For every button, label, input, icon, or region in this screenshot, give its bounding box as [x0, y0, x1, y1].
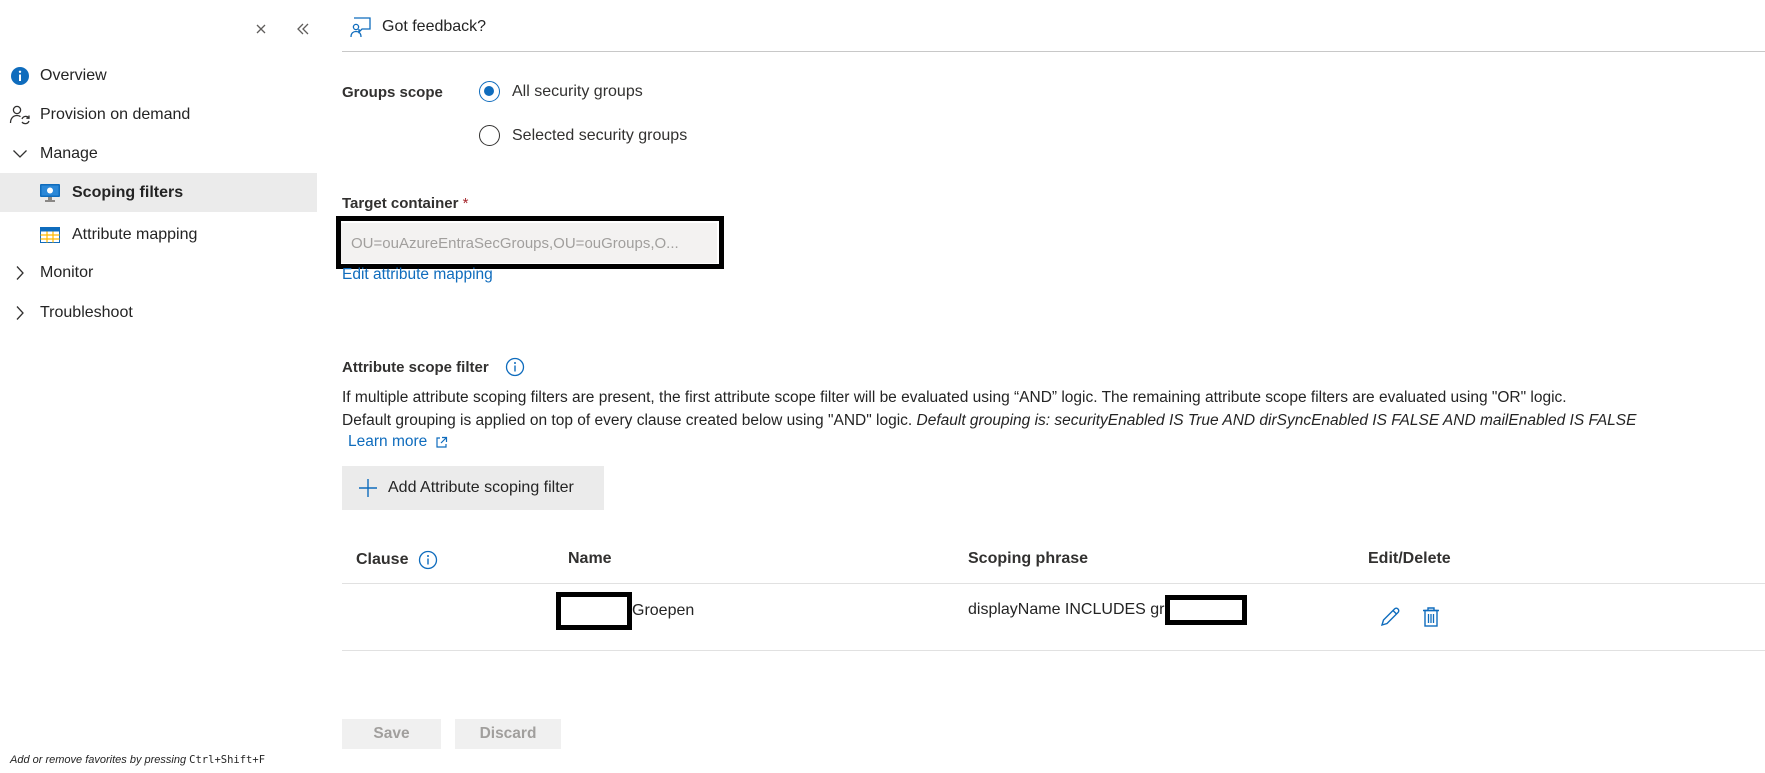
scoping-phrase-cell: displayName INCLUDES gr — [968, 595, 1247, 625]
column-header-scoping-phrase: Scoping phrase — [968, 550, 1089, 567]
edit-button[interactable] — [1378, 605, 1402, 629]
feedback-label: Got feedback? — [382, 18, 487, 35]
edit-attribute-mapping-link[interactable]: Edit attribute mapping — [342, 266, 493, 284]
sidebar-item-troubleshoot[interactable]: Troubleshoot — [0, 293, 317, 332]
description-line-2: Default grouping is applied on top of ev… — [342, 410, 1732, 433]
radio-selected-security-groups[interactable]: Selected security groups — [479, 125, 687, 146]
description-line-2-text: Default grouping is applied on top of ev… — [342, 411, 913, 429]
target-container-input[interactable] — [341, 223, 717, 263]
monitor-filter-icon — [39, 182, 61, 204]
default-grouping-text: Default grouping is: securityEnabled IS … — [916, 411, 1637, 429]
delete-button[interactable] — [1419, 605, 1443, 629]
column-header-edit-delete: Edit/Delete — [1368, 550, 1451, 567]
favorites-shortcut: Ctrl+Shift+F — [189, 754, 266, 766]
table-grid-icon — [39, 224, 61, 246]
sidebar-item-attribute-mapping[interactable]: Attribute mapping — [0, 215, 317, 254]
chevron-right-icon — [9, 302, 31, 324]
sidebar-item-label: Provision on demand — [40, 105, 191, 123]
feedback-icon — [350, 17, 371, 38]
feedback-button[interactable]: Got feedback? — [350, 16, 486, 38]
sidebar-item-label: Monitor — [40, 263, 94, 281]
description-line-1: If multiple attribute scoping filters ar… — [342, 389, 1567, 406]
favorites-hint-text: Add or remove favorites by pressing — [10, 754, 187, 766]
column-header-label: Clause — [356, 551, 409, 568]
sidebar-item-scoping-filters[interactable]: Scoping filters — [0, 173, 317, 212]
sidebar-item-label: Overview — [40, 66, 107, 84]
chevron-down-icon — [9, 143, 31, 165]
external-link-icon — [436, 436, 448, 448]
edit-delete-cell — [1378, 605, 1443, 629]
table-header: Clause Name Scoping phrase Edit/Delete — [342, 536, 1765, 584]
add-attribute-scoping-filter-button[interactable]: Add Attribute scoping filter — [342, 466, 604, 510]
radio-label: Selected security groups — [512, 126, 688, 144]
info-icon — [9, 65, 31, 87]
redaction-box — [1164, 595, 1247, 625]
sidebar-item-provision-on-demand[interactable]: Provision on demand — [0, 95, 317, 134]
attribute-scope-description: If multiple attribute scoping filters ar… — [342, 387, 1732, 432]
sidebar-item-monitor[interactable]: Monitor — [0, 253, 317, 292]
learn-more-label: Learn more — [348, 433, 428, 450]
target-container-label-text: Target container — [342, 195, 459, 212]
redaction-box — [336, 216, 724, 269]
groups-scope-label: Groups scope — [342, 84, 443, 101]
learn-more-link[interactable]: Learn more — [348, 433, 448, 451]
command-bar: Got feedback? — [342, 0, 1765, 52]
sidebar-item-label: Attribute mapping — [72, 225, 198, 243]
double-chevron-left-icon — [297, 23, 309, 35]
name-cell-text: Groepen — [632, 602, 695, 619]
name-cell: Groepen — [556, 592, 694, 630]
table-row: Groepen displayName INCLUDES gr — [342, 584, 1765, 651]
pencil-icon — [1380, 607, 1400, 627]
attribute-scope-filter-heading: Attribute scope filter — [342, 357, 525, 377]
sidebar: Overview Provision on demand Manage Scop… — [0, 0, 317, 773]
close-button[interactable] — [250, 18, 272, 40]
sidebar-item-label: Scoping filters — [72, 183, 184, 201]
target-container-label: Target container * — [342, 195, 468, 212]
main-content: Got feedback? Groups scope All security … — [336, 0, 1765, 773]
info-outline-icon[interactable] — [418, 550, 438, 570]
scoping-phrase-text: displayName INCLUDES gr — [968, 601, 1165, 618]
radio-button-checked[interactable] — [479, 81, 500, 102]
sidebar-top-buttons — [250, 18, 314, 40]
radio-button-unchecked[interactable] — [479, 125, 500, 146]
favorites-hint: Add or remove favorites by pressing Ctrl… — [10, 754, 265, 766]
sidebar-item-manage[interactable]: Manage — [0, 134, 317, 173]
info-outline-icon[interactable] — [505, 357, 525, 377]
collapse-sidebar-button[interactable] — [292, 18, 314, 40]
close-icon — [256, 24, 266, 34]
scoping-filters-table: Clause Name Scoping phrase Edit/Delete G… — [342, 536, 1765, 651]
attribute-scope-filter-title: Attribute scope filter — [342, 358, 489, 376]
column-header-name: Name — [568, 550, 612, 567]
chevron-right-icon — [9, 262, 31, 284]
radio-all-security-groups[interactable]: All security groups — [479, 81, 643, 102]
required-mark: * — [462, 195, 469, 212]
sidebar-item-overview[interactable]: Overview — [0, 56, 317, 95]
sidebar-item-label: Troubleshoot — [40, 303, 133, 321]
sidebar-item-label: Manage — [40, 144, 98, 162]
plus-icon — [359, 479, 377, 497]
discard-button[interactable]: Discard — [455, 719, 561, 749]
save-button[interactable]: Save — [342, 719, 441, 749]
person-sync-icon — [9, 104, 31, 126]
column-header-clause: Clause — [356, 550, 438, 570]
redaction-box — [556, 592, 632, 630]
radio-label: All security groups — [512, 82, 643, 100]
trash-icon — [1423, 607, 1439, 627]
add-button-label: Add Attribute scoping filter — [388, 479, 574, 496]
